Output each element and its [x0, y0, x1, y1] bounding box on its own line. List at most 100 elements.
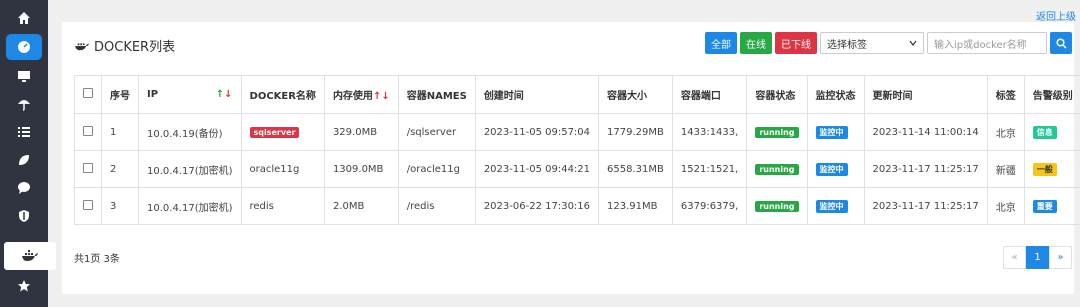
pagination: « 1 » [1003, 246, 1072, 269]
cell-ip: 10.0.4.17(加密机) [138, 187, 242, 225]
cell-size: 1779.29MB [598, 113, 673, 151]
monitor-badge: 监控中 [815, 125, 848, 139]
sort-icon[interactable]: ↑↓ [216, 89, 233, 100]
toolbar: 全部 在线 已下线 选择标签 输入ip或docker名称 [705, 32, 1072, 54]
table-row: 3 10.0.4.17(加密机) redis 2.0MB /redis 2023… [74, 187, 1080, 225]
cell-name: redis [240, 187, 325, 225]
status-badge: running [755, 200, 799, 212]
status-badge: running [755, 126, 799, 138]
cell-alarm: 一般 [1023, 150, 1080, 188]
sidebar-item-shield[interactable] [0, 202, 48, 230]
alarm-badge: 重要 [1032, 199, 1057, 213]
row-checkbox-cell[interactable] [74, 187, 102, 225]
cell-mem: 329.0MB [323, 113, 399, 151]
home-icon [18, 12, 30, 24]
column-header-memory[interactable]: 内存使用↑↓ [323, 75, 399, 114]
cell-monitor: 监控中 [806, 187, 865, 225]
search-icon [1055, 37, 1067, 49]
column-header: 标签 [986, 75, 1025, 114]
prev-page-button[interactable]: « [1003, 246, 1026, 269]
cell-created: 2023-11-05 09:44:21 [474, 150, 600, 188]
cell-monitor: 监控中 [806, 113, 865, 151]
monitor-badge: 监控中 [815, 162, 848, 176]
cell-state: running [746, 187, 808, 225]
cell-updated: 2023-11-17 11:25:17 [863, 187, 988, 225]
list-icon [18, 127, 30, 137]
column-header: 容器大小 [598, 75, 673, 114]
star-icon [18, 280, 30, 292]
table-header-row: 序号 IP ↑↓ DOCKER名称 内存使用↑↓ 容器NAMES 创建时间 容器大… [74, 75, 1080, 114]
sidebar-item-docker[interactable] [4, 242, 56, 270]
sidebar-item-monitor[interactable] [0, 62, 48, 90]
filter-all-button[interactable]: 全部 [705, 32, 737, 54]
cell-cname: /oracle11g [397, 150, 476, 188]
cell-no: 3 [101, 187, 139, 225]
sidebar [0, 0, 56, 307]
cell-cname: /redis [397, 187, 476, 225]
panel-title-text: DOCKER列表 [94, 40, 176, 55]
chevron-down-icon [909, 40, 917, 46]
select-all-cell[interactable] [74, 75, 102, 114]
sidebar-item-star[interactable] [0, 272, 48, 300]
cell-monitor: 监控中 [806, 150, 865, 188]
monitor-badge: 监控中 [815, 199, 848, 213]
docker-table: 序号 IP ↑↓ DOCKER名称 内存使用↑↓ 容器NAMES 创建时间 容器大… [74, 75, 1080, 225]
tag-select[interactable]: 选择标签 [820, 32, 924, 54]
sort-icon[interactable]: ↑↓ [373, 91, 390, 102]
cell-tag: 北京 [986, 187, 1025, 225]
sidebar-item-dashboard[interactable] [0, 33, 48, 61]
table-row: 1 10.0.4.19(备份) sqlserver 329.0MB /sqlse… [74, 113, 1080, 151]
cell-mem: 1309.0MB [323, 150, 399, 188]
cell-state: running [746, 150, 808, 188]
cell-size: 123.91MB [598, 187, 673, 225]
sidebar-item-chat[interactable] [0, 174, 48, 202]
page-1-button[interactable]: 1 [1026, 246, 1049, 269]
cell-created: 2023-11-05 09:57:04 [474, 113, 600, 151]
cell-alarm: 重要 [1023, 187, 1080, 225]
cell-no: 2 [101, 150, 139, 188]
column-header: 告警级别 [1023, 75, 1080, 114]
cell-no: 1 [101, 113, 139, 151]
cell-updated: 2023-11-14 11:00:14 [863, 113, 988, 151]
cell-tag: 新疆 [986, 150, 1025, 188]
row-checkbox[interactable] [83, 125, 93, 136]
column-header: 容器NAMES [397, 75, 476, 114]
column-header: 更新时间 [863, 75, 988, 114]
docker-name-badge: sqlserver [249, 126, 300, 138]
cell-mem: 2.0MB [323, 187, 399, 225]
row-checkbox-cell[interactable] [74, 113, 102, 151]
umbrella-icon [18, 100, 30, 111]
next-page-button[interactable]: » [1049, 246, 1072, 269]
column-header-label: 内存使用 [332, 91, 373, 102]
column-header: 创建时间 [474, 75, 600, 114]
chat-icon [18, 182, 30, 194]
docker-icon [22, 250, 38, 261]
cell-ip: 10.0.4.17(加密机) [138, 150, 242, 188]
table-row: 2 10.0.4.17(加密机) oracle11g 1309.0MB /ora… [74, 150, 1080, 188]
row-checkbox[interactable] [83, 199, 93, 210]
column-header: 容器端口 [671, 75, 748, 114]
sidebar-item-list[interactable] [0, 118, 48, 146]
docker-icon [75, 42, 89, 50]
pagination-summary: 共1页 3条 [74, 254, 120, 265]
cell-port: 6379:6379, [671, 187, 748, 225]
row-checkbox[interactable] [83, 162, 93, 173]
filter-offline-button[interactable]: 已下线 [775, 32, 817, 54]
row-checkbox-cell[interactable] [74, 150, 102, 188]
sidebar-item-home[interactable] [0, 4, 48, 32]
cell-port: 1433:1433, [671, 113, 748, 151]
select-all-checkbox[interactable] [83, 88, 93, 98]
cell-name: sqlserver [240, 113, 325, 151]
cell-alarm: 信息 [1023, 113, 1080, 151]
cell-size: 6558.31MB [598, 150, 673, 188]
status-badge: running [755, 163, 799, 175]
shield-icon [19, 210, 29, 222]
sidebar-item-leaf[interactable] [0, 146, 48, 174]
search-input[interactable]: 输入ip或docker名称 [927, 32, 1047, 54]
sidebar-item-umbrella[interactable] [0, 90, 48, 118]
back-link[interactable]: 返回上级 [1036, 8, 1076, 23]
search-button[interactable] [1050, 32, 1072, 54]
cell-port: 1521:1521, [671, 150, 748, 188]
column-header-ip[interactable]: IP ↑↓ [138, 75, 242, 114]
filter-online-button[interactable]: 在线 [740, 32, 772, 54]
